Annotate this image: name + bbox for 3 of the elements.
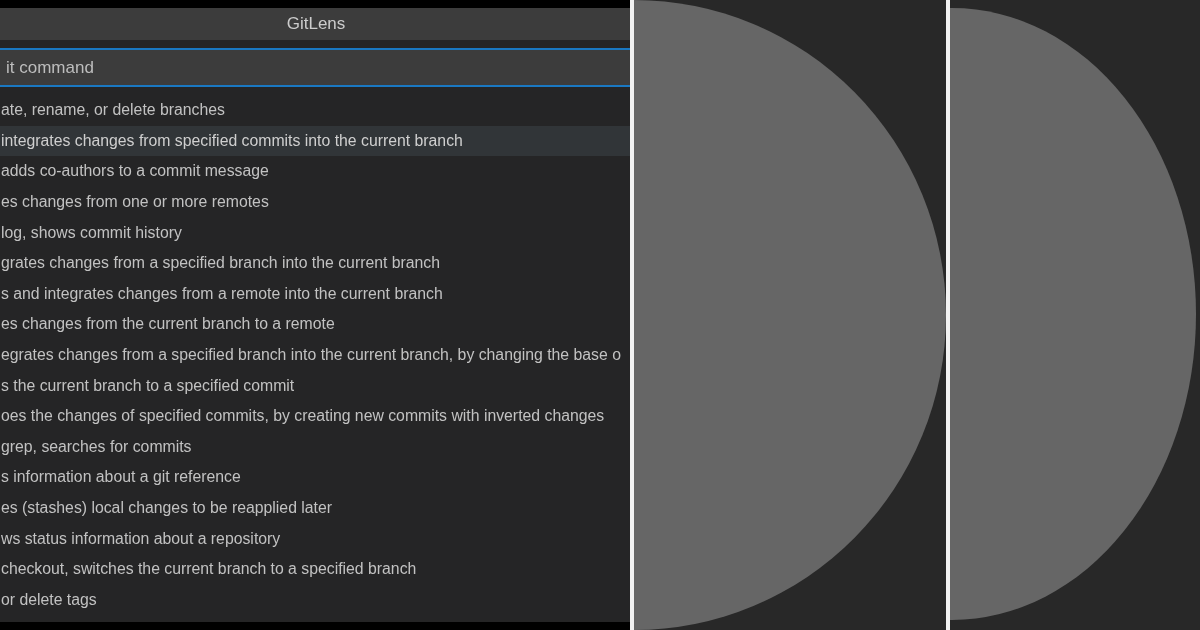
command-item[interactable]: integrates changes from specified commits into the current branch <box>0 125 630 157</box>
window-title: GitLens <box>286 14 346 34</box>
search-field[interactable]: it command <box>0 48 630 87</box>
